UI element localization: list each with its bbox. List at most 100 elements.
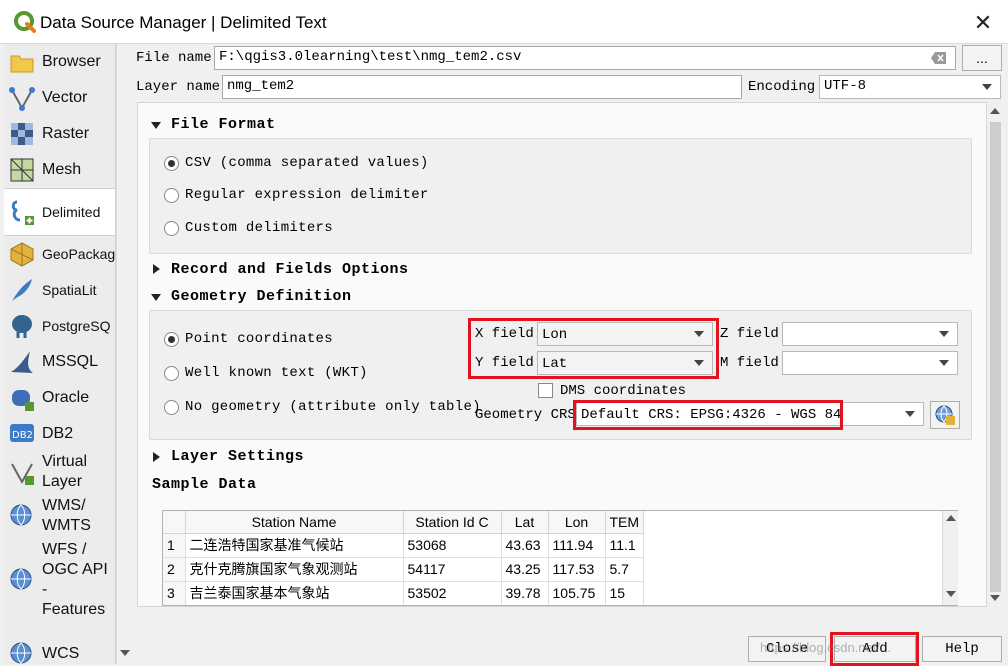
radio-wkt[interactable] — [164, 366, 179, 381]
column-header[interactable] — [163, 511, 186, 534]
scroll-down-icon[interactable] — [120, 650, 130, 656]
sidebar-item-label: MSSQL — [42, 353, 99, 370]
radio-regex[interactable] — [164, 188, 179, 203]
sidebar-item-oracle[interactable]: Oracle — [4, 380, 115, 416]
sidebar-item-browser[interactable]: Browser — [4, 44, 115, 80]
raster-icon — [11, 123, 33, 145]
column-header[interactable]: Lat — [501, 511, 549, 534]
sidebar-item-label: PostgreSQ — [42, 318, 111, 334]
column-header[interactable]: Station Name — [185, 511, 404, 534]
table-cell: 43.25 — [501, 557, 549, 582]
clear-field-icon[interactable] — [931, 51, 947, 65]
radio-custom-label[interactable]: Custom delimiters — [185, 220, 333, 236]
sidebar-item-wcs[interactable]: WCS — [4, 636, 115, 664]
close-window-button[interactable]: ✕ — [968, 8, 998, 38]
sidebar-item-delimited-text[interactable]: Delimited — [4, 188, 115, 236]
sidebar-item-raster[interactable]: Raster — [4, 116, 115, 152]
sidebar-item-wfs-ogc[interactable]: WFS / OGC API - Features — [4, 540, 115, 636]
column-header[interactable]: Lon — [548, 511, 606, 534]
geopackage-icon — [10, 242, 34, 267]
sidebar-item-spatialite[interactable]: SpatiaLit — [4, 272, 115, 308]
geometry-title[interactable]: Geometry Definition — [171, 288, 352, 305]
file-name-input[interactable]: F:\qgis3.0learning\test\nmg_tem2.csv — [214, 46, 956, 70]
globe-icon — [10, 642, 32, 664]
sidebar-item-mesh[interactable]: Mesh — [4, 152, 115, 188]
collapse-arrow-icon[interactable] — [153, 264, 160, 274]
table-cell: 53502 — [403, 581, 502, 605]
vector-icon — [9, 87, 35, 111]
layer-settings-title[interactable]: Layer Settings — [171, 448, 304, 465]
sidebar-item-label: Browser — [42, 53, 101, 70]
table-row[interactable]: 2 克什克腾旗国家气象观测站 54117 43.25 117.53 5.7 — [163, 557, 645, 582]
sidebar-item-label: Raster — [42, 125, 90, 142]
sidebar-item-label: WMS/ WMTS — [42, 497, 91, 534]
table-row[interactable]: 1 二连浩特国家基准气候站 53068 43.63 111.94 11.1 — [163, 533, 645, 558]
radio-wkt-label[interactable]: Well known text (WKT) — [185, 365, 368, 381]
sidebar-item-label: Delimited — [42, 204, 101, 220]
sidebar-item-postgresql[interactable]: PostgreSQ — [4, 308, 115, 344]
radio-csv[interactable] — [164, 156, 179, 171]
column-header[interactable]: Station Id C — [403, 511, 502, 534]
encoding-value: UTF-8 — [824, 78, 867, 94]
svg-text:DB2: DB2 — [12, 430, 33, 441]
table-header-row: Station Name Station Id C Lat Lon TEM — [163, 511, 645, 534]
layer-name-input[interactable]: nmg_tem2 — [222, 75, 742, 99]
table-scrollbar[interactable] — [942, 511, 958, 605]
help-button[interactable]: Help — [922, 636, 1002, 662]
sidebar-scrollbar[interactable] — [116, 44, 132, 664]
scroll-down-icon[interactable] — [990, 595, 1000, 601]
radio-no-geometry[interactable] — [164, 400, 179, 415]
sidebar-item-label: SpatiaLit — [42, 282, 97, 298]
row-number: 2 — [163, 557, 186, 582]
dms-checkbox[interactable] — [538, 383, 553, 398]
record-fields-title[interactable]: Record and Fields Options — [171, 261, 409, 278]
file-format-title[interactable]: File Format — [171, 116, 276, 133]
table-row[interactable]: 3 吉兰泰国家基本气象站 53502 39.78 105.75 15 — [163, 581, 645, 605]
radio-point-coordinates[interactable] — [164, 332, 179, 347]
chevron-down-icon — [982, 84, 992, 90]
virtual-layer-icon — [11, 463, 34, 485]
table-cell: 二连浩特国家基准气候站 — [185, 533, 404, 558]
radio-custom[interactable] — [164, 221, 179, 236]
table-cell: 吉兰泰国家基本气象站 — [185, 581, 404, 605]
m-field-select[interactable] — [782, 351, 958, 375]
z-field-label: Z field — [720, 326, 779, 342]
main-scrollbar[interactable] — [987, 102, 1004, 607]
geometry-crs-label: Geometry CRS — [475, 407, 576, 423]
sidebar-item-virtual-layer[interactable]: Virtual Layer — [4, 452, 115, 492]
sample-data-table[interactable]: Station Name Station Id C Lat Lon TEM 1 … — [162, 510, 958, 606]
scroll-up-icon[interactable] — [946, 515, 956, 521]
sidebar-item-vector[interactable]: Vector — [4, 80, 115, 116]
sidebar-item-label: Mesh — [42, 161, 82, 178]
crs-selector-button[interactable] — [930, 401, 960, 429]
encoding-select[interactable]: UTF-8 — [819, 75, 1001, 99]
table-cell: 43.63 — [501, 533, 549, 558]
expand-arrow-icon[interactable] — [151, 122, 161, 129]
radio-point-label[interactable]: Point coordinates — [185, 331, 333, 347]
table-cell: 105.75 — [548, 581, 606, 605]
source-sidebar: Browser Vector Raster Mesh Delimited Geo… — [4, 44, 116, 664]
radio-no-geometry-label[interactable]: No geometry (attribute only table) — [185, 399, 481, 415]
table-cell: 117.53 — [548, 557, 606, 582]
chevron-down-icon — [939, 331, 949, 337]
radio-csv-label[interactable]: CSV (comma separated values) — [185, 155, 429, 171]
sidebar-item-mssql[interactable]: MSSQL — [4, 344, 115, 380]
globe-icon — [10, 504, 32, 526]
sidebar-item-db2[interactable]: DB2 DB2 — [4, 416, 115, 452]
highlight-crs-box — [573, 400, 843, 430]
m-field-label: M field — [720, 355, 779, 371]
collapse-arrow-icon[interactable] — [153, 452, 160, 462]
scroll-up-icon[interactable] — [990, 108, 1000, 114]
dms-label[interactable]: DMS coordinates — [560, 383, 686, 399]
radio-regex-label[interactable]: Regular expression delimiter — [185, 187, 429, 203]
z-field-select[interactable] — [782, 322, 958, 346]
scroll-down-icon[interactable] — [946, 591, 956, 597]
mssql-icon — [11, 351, 33, 373]
browse-button[interactable]: ... — [962, 45, 1002, 71]
scroll-thumb[interactable] — [990, 122, 1001, 592]
column-header[interactable]: TEM — [605, 511, 645, 534]
sidebar-item-wms-wmts[interactable]: WMS/ WMTS — [4, 492, 115, 540]
expand-arrow-icon[interactable] — [151, 294, 161, 301]
sample-data-title: Sample Data — [152, 476, 257, 493]
sidebar-item-geopackage[interactable]: GeoPackag — [4, 236, 115, 272]
